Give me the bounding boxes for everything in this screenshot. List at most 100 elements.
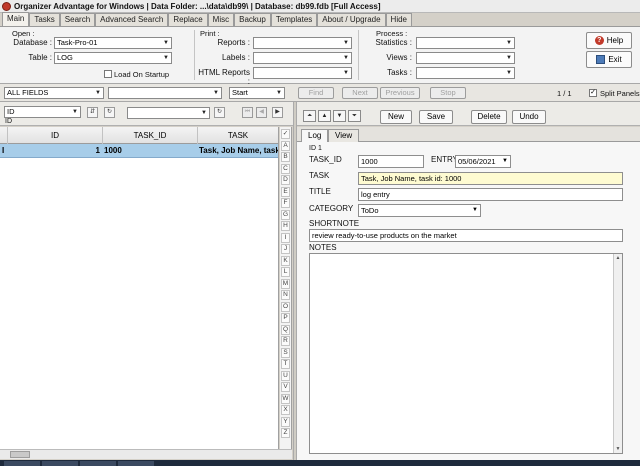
database-value: Task-Pro-01 [57,38,98,47]
delete-button[interactable]: Delete [471,110,507,124]
refresh-filter-button[interactable]: ↻ [214,107,225,118]
alphabet-letter-button[interactable]: V [281,382,290,392]
tab-advanced-search[interactable]: Advanced Search [95,13,169,26]
alphabet-letter-button[interactable]: Y [281,416,290,427]
taskbar-item[interactable] [80,461,116,466]
alphabet-letter-button[interactable]: F [281,198,290,208]
notes-textarea[interactable]: ▲ ▼ [309,253,623,454]
filter-select[interactable]: ▼ [127,107,210,119]
save-button[interactable]: Save [419,110,453,124]
sort-field-select[interactable]: ID ▼ [4,106,81,118]
statistics-select[interactable]: ▼ [416,37,515,49]
entry-date-field[interactable]: 05/06/2021 ▼ [455,155,511,168]
alphabet-letter-button[interactable]: Z [281,428,290,438]
alphabet-letter-button[interactable]: D [281,175,290,185]
previous-button[interactable]: Previous [380,87,420,99]
scroll-down-icon[interactable]: ▼ [614,445,622,453]
tab-misc[interactable]: Misc [207,13,235,26]
alphabet-letter-button[interactable]: Q [281,324,290,335]
shortnote-field[interactable]: review ready-to-use products on the mark… [309,229,623,242]
tab-tasks[interactable]: Tasks [29,13,60,26]
alphabet-letter-button[interactable]: I [281,232,290,243]
alphabet-letter-button[interactable]: G [281,209,290,220]
tab-replace[interactable]: Replace [168,13,208,26]
alphabet-letter-button[interactable]: C [281,163,290,174]
category-select[interactable]: ToDo ▼ [358,204,481,217]
tab-backup[interactable]: Backup [234,13,271,26]
alphabet-index: ✓ A B C D E F G H I J K L M N O P Q R S T U V W X Y Z [280,127,292,459]
exit-button[interactable]: Exit [586,51,632,68]
notes-scrollbar[interactable]: ▲ ▼ [613,254,622,453]
database-select[interactable]: Task-Pro-01 ▼ [54,37,172,49]
alphabet-letter-button[interactable]: X [281,405,290,415]
tab-search[interactable]: Search [59,13,96,26]
html-reports-select[interactable]: ▼ [253,67,352,79]
task-id-label: TASK_ID [309,155,342,164]
views-select[interactable]: ▼ [416,52,515,64]
alphabet-letter-button[interactable]: N [281,290,290,300]
find-button[interactable]: Find [298,87,334,99]
app-logo-icon [2,1,11,11]
load-on-startup-checkbox[interactable] [104,70,112,78]
prev-record-icon[interactable]: ▲ [318,110,331,122]
next-record-icon[interactable]: ▼ [333,110,346,122]
taskbar-item[interactable] [42,461,78,466]
category-label: CATEGORY [309,204,354,213]
tab-view[interactable]: View [328,129,360,142]
title-field[interactable]: log entry [358,188,623,201]
scroll-up-icon[interactable]: ▲ [614,254,622,262]
alphabet-letter-button[interactable]: J [281,244,290,254]
alphabet-letter-button[interactable]: A [281,140,290,151]
labels-select[interactable]: ▼ [253,52,352,64]
task-field[interactable]: Task, Job Name, task id: 1000 [358,172,623,185]
sort-order-button[interactable]: ⇵ [87,107,98,118]
column-header-task[interactable]: TASK [198,127,278,144]
alphabet-letter-button[interactable]: H [281,221,290,231]
alphabet-letter-button[interactable]: S [281,347,290,358]
first-record-button[interactable]: ⏮ [242,107,253,118]
match-select[interactable]: Start ▼ [229,87,285,99]
task-id-field[interactable]: 1000 [358,155,424,168]
table-select[interactable]: LOG ▼ [54,52,172,64]
chevron-down-icon: ▼ [201,110,207,116]
alphabet-letter-button[interactable]: ✓ [281,129,290,139]
last-record-icon[interactable]: ⏷ [348,110,361,122]
tasks-select[interactable]: ▼ [416,67,515,79]
help-button[interactable]: ? Help [586,32,632,49]
next-record-button[interactable]: ▶ [272,107,283,118]
reports-select[interactable]: ▼ [253,37,352,49]
undo-button[interactable]: Undo [512,110,546,124]
alphabet-letter-button[interactable]: W [281,393,290,404]
alphabet-letter-button[interactable]: T [281,359,290,369]
tab-templates[interactable]: Templates [270,13,318,26]
stop-button[interactable]: Stop [430,87,466,99]
prev-record-button[interactable]: ◀ [256,107,267,118]
alphabet-letter-button[interactable]: M [281,278,290,289]
field-select[interactable]: ALL FIELDS ▼ [4,87,104,99]
taskbar-item[interactable] [118,461,154,466]
tab-hide[interactable]: Hide [385,13,412,26]
grid-horizontal-scrollbar[interactable] [0,449,292,459]
alphabet-letter-button[interactable]: L [281,267,290,277]
new-button[interactable]: New [380,110,412,124]
next-button[interactable]: Next [342,87,378,99]
column-header-id[interactable]: ID [8,127,103,144]
scrollbar-thumb[interactable] [10,451,30,458]
alphabet-letter-button[interactable]: B [281,152,290,162]
tab-main[interactable]: Main [2,12,30,26]
tab-log[interactable]: Log [301,129,329,143]
column-header-task-id[interactable]: TASK_ID [103,127,198,144]
alphabet-letter-button[interactable]: K [281,255,290,266]
refresh-sort-button[interactable]: ↻ [104,107,115,118]
alphabet-letter-button[interactable]: P [281,313,290,323]
alphabet-letter-button[interactable]: R [281,336,290,346]
alphabet-letter-button[interactable]: E [281,186,290,197]
split-panels-checkbox[interactable]: ✓ [589,89,597,97]
alphabet-letter-button[interactable]: O [281,301,290,312]
table-row[interactable]: I 1 1000 Task, Job Name, task id: 1000 [0,144,278,158]
tab-about-upgrade[interactable]: About / Upgrade [317,13,386,26]
first-record-icon[interactable]: ⏶ [303,110,316,122]
taskbar-item[interactable] [4,461,40,466]
alphabet-letter-button[interactable]: U [281,370,290,381]
search-input[interactable]: ▼ [108,87,222,99]
